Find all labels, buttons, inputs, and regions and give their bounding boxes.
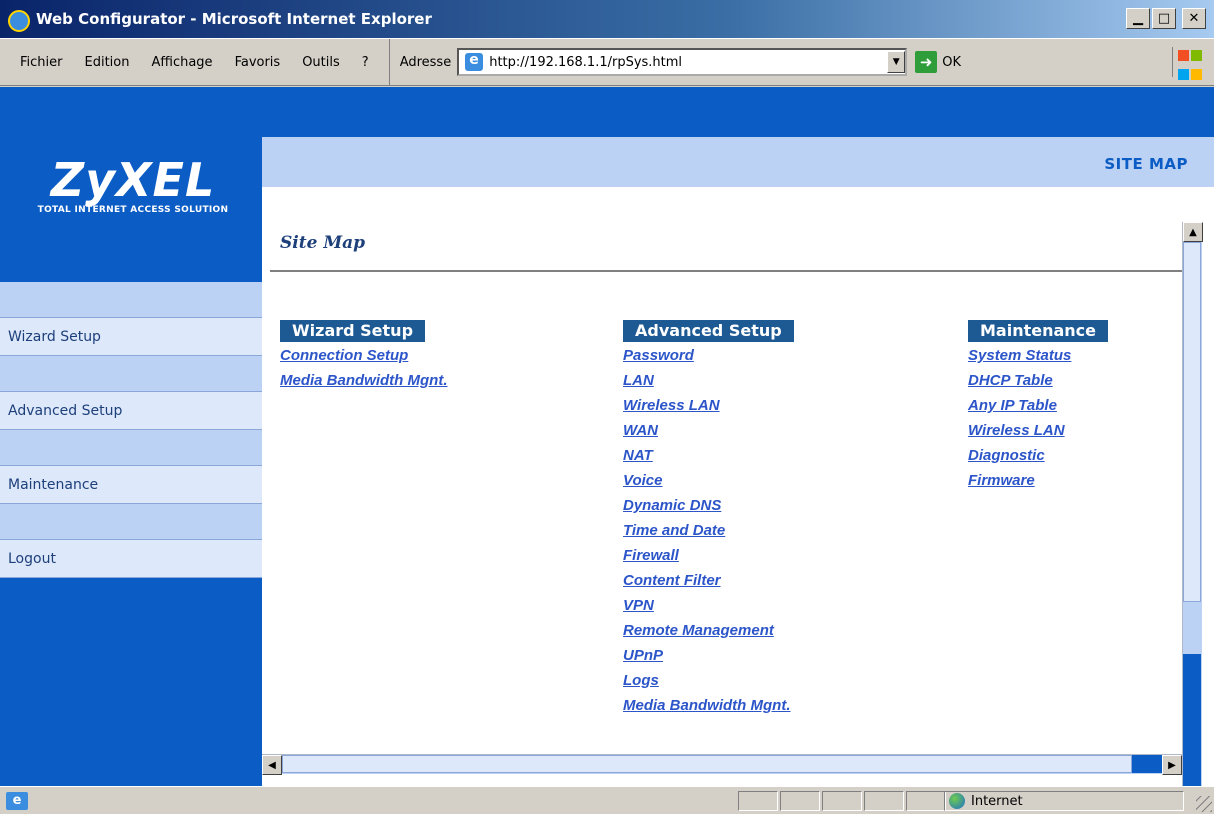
menu-favoris[interactable]: Favoris [235,55,281,70]
logo-brand: ZyXEL [50,153,216,207]
page-status-icon: e [6,791,28,810]
title-divider [270,270,1182,272]
menu-edition[interactable]: Edition [85,55,130,70]
link-media-bandwidth[interactable]: Media Bandwidth Mgnt. [280,372,447,389]
menu-affichage[interactable]: Affichage [151,55,212,70]
column-maintenance: Maintenance System Status DHCP Table Any… [968,320,1109,495]
globe-icon [949,793,965,809]
scroll-up-icon[interactable]: ▲ [1183,222,1203,242]
link-list: System Status DHCP Table Any IP Table Wi… [968,345,1108,495]
link-dynamic-dns[interactable]: Dynamic DNS [623,497,721,514]
address-dropdown-icon[interactable]: ▼ [887,51,906,73]
page-icon [465,52,484,71]
section-tag: SITE MAP [1104,155,1188,173]
link-diagnostic[interactable]: Diagnostic [968,447,1045,464]
vertical-scroll-track[interactable] [1183,242,1202,786]
link-logs[interactable]: Logs [623,672,659,689]
horizontal-scrollbar[interactable]: ◀ ▶ [262,754,1182,775]
link-content-filter[interactable]: Content Filter [623,572,721,589]
link-wan[interactable]: WAN [623,422,658,439]
windows-logo-icon [1172,47,1204,80]
menu-outils[interactable]: Outils [302,55,340,70]
link-firmware[interactable]: Firmware [968,472,1035,489]
horizontal-scroll-thumb[interactable] [282,755,1132,773]
zyxel-logo: ZyXEL TOTAL INTERNET ACCESS SOLUTION [18,157,248,215]
window-controls: ▁ □ ✕ [1126,8,1206,29]
link-wireless-lan[interactable]: Wireless LAN [623,397,720,414]
vertical-scrollbar[interactable]: ▲ ▼ [1182,222,1203,786]
address-field[interactable]: http://192.168.1.1/rpSys.html ▼ [457,48,908,76]
sidebar: ZyXEL TOTAL INTERNET ACCESS SOLUTION Wiz… [0,137,262,786]
link-dhcp-table[interactable]: DHCP Table [968,372,1053,389]
top-banner [0,87,1214,137]
go-button[interactable]: ➜ OK [915,51,961,73]
status-panes [738,791,948,811]
address-label: Adresse [399,54,452,70]
security-zone: Internet [944,791,1184,811]
link-any-ip-table[interactable]: Any IP Table [968,397,1057,414]
logo-tagline: TOTAL INTERNET ACCESS SOLUTION [37,205,229,215]
link-vpn[interactable]: VPN [623,597,654,614]
web-page: SITE MAP ZyXEL TOTAL INTERNET ACCESS SOL… [0,87,1214,786]
column-heading: Advanced Setup [623,320,794,342]
link-nat[interactable]: NAT [623,447,653,464]
go-label: OK [942,54,961,70]
column-wizard-setup: Wizard Setup Connection Setup Media Band… [280,320,447,395]
address-url[interactable]: http://192.168.1.1/rpSys.html [489,55,887,70]
menu-bar: Fichier Edition Affichage Favoris Outils… [0,39,390,85]
column-advanced-setup: Advanced Setup Password LAN Wireless LAN… [623,320,794,720]
page-title: Site Map [280,233,366,253]
column-heading: Maintenance [968,320,1109,342]
menu-help[interactable]: ? [362,55,369,70]
column-heading: Wizard Setup [280,320,426,342]
link-media-bandwidth-advanced[interactable]: Media Bandwidth Mgnt. [623,697,790,714]
go-arrow-icon: ➜ [915,51,938,73]
close-button[interactable]: ✕ [1182,8,1206,29]
link-system-status[interactable]: System Status [968,347,1071,364]
title-bar: Web Configurator - Microsoft Internet Ex… [0,0,1214,38]
link-voice[interactable]: Voice [623,472,662,489]
header-band [262,137,1214,187]
content-panel: Site Map Wizard Setup Connection Setup M… [262,187,1182,755]
sidebar-item-advanced-setup[interactable]: Advanced Setup [0,392,262,430]
minimize-button[interactable]: ▁ [1126,8,1150,29]
menu-address-bar: Fichier Edition Affichage Favoris Outils… [0,38,1214,86]
zone-label: Internet [971,793,1023,809]
link-upnp[interactable]: UPnP [623,647,663,664]
sidebar-item-maintenance[interactable]: Maintenance [0,466,262,504]
resize-grip-icon[interactable] [1196,796,1212,812]
ie-app-icon [6,8,30,32]
window-title: Web Configurator - Microsoft Internet Ex… [36,10,432,28]
link-remote-management[interactable]: Remote Management [623,622,774,639]
link-maint-wireless-lan[interactable]: Wireless LAN [968,422,1065,439]
link-password[interactable]: Password [623,347,694,364]
link-time-and-date[interactable]: Time and Date [623,522,725,539]
maximize-button[interactable]: □ [1152,8,1176,29]
scroll-right-icon[interactable]: ▶ [1162,755,1182,775]
link-list: Password LAN Wireless LAN WAN NAT Voice … [623,345,794,720]
link-firewall[interactable]: Firewall [623,547,679,564]
sidebar-item-logout[interactable]: Logout [0,540,262,578]
sidebar-nav: Wizard Setup Advanced Setup Maintenance … [0,282,262,578]
status-bar: e Internet [0,786,1214,814]
link-lan[interactable]: LAN [623,372,654,389]
scroll-left-icon[interactable]: ◀ [262,755,282,775]
vertical-scroll-thumb[interactable] [1183,242,1201,602]
sidebar-item-wizard-setup[interactable]: Wizard Setup [0,318,262,356]
link-list: Connection Setup Media Bandwidth Mgnt. [280,345,447,395]
menu-fichier[interactable]: Fichier [20,55,63,70]
link-connection-setup[interactable]: Connection Setup [280,347,408,364]
horizontal-scroll-track[interactable] [282,755,1162,774]
